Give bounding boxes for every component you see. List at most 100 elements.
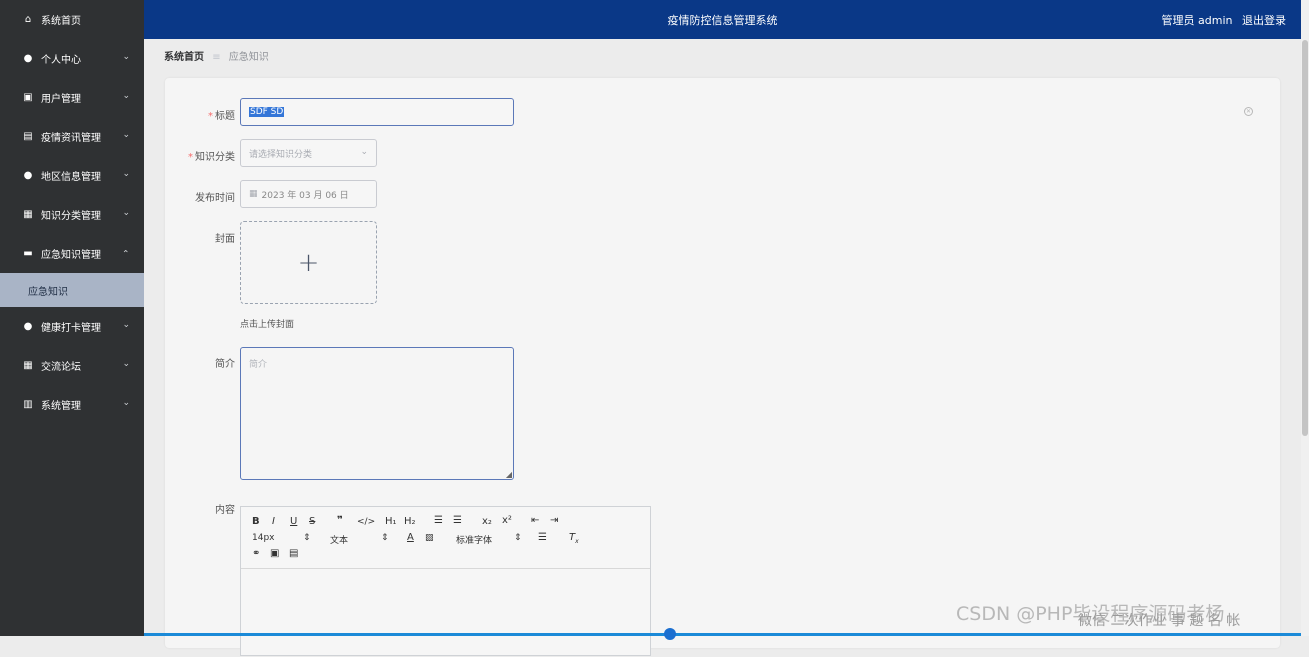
scroll-thumb[interactable] — [1302, 40, 1308, 436]
video-icon[interactable]: ▤ — [289, 548, 298, 559]
page-scrollbar[interactable] — [1301, 0, 1309, 636]
sidebar-item-0[interactable]: ⌂ 系统首页 — [0, 0, 144, 39]
superscript-icon[interactable]: x² — [502, 515, 512, 526]
link-icon[interactable]: ⚭ — [252, 548, 260, 559]
bottom-handle[interactable] — [664, 628, 676, 640]
folder-icon: ▬ — [23, 248, 33, 259]
bullet-list-icon[interactable]: ☰ — [453, 515, 462, 526]
plus-icon: + — [297, 247, 320, 278]
breadcrumb-separator-icon: ≡ — [212, 52, 221, 63]
sidebar-item-10[interactable]: ▥ 系统管理 ⌄ — [0, 385, 144, 424]
font-size-chevron-icon[interactable]: ⇕ — [303, 533, 311, 543]
sidebar-item-8[interactable]: ● 健康打卡管理 ⌄ — [0, 307, 144, 346]
cover-hint: 点击上传封面 — [240, 320, 295, 330]
intro-label: 简介 — [215, 359, 235, 370]
watermark-secondary: 微信 二次作业 事 题 名 帐 — [1078, 613, 1241, 629]
chevron-down-icon: ⌄ — [122, 320, 130, 330]
sidebar-item-label: 地区信息管理 — [41, 172, 101, 183]
chevron-down-icon: ⌄ — [360, 147, 368, 157]
sidebar-item-label: 系统管理 — [41, 401, 81, 412]
logout-link[interactable]: 退出登录 — [1242, 14, 1286, 27]
background-color-icon[interactable]: ▨ — [425, 533, 434, 543]
category-placeholder: 请选择知识分类 — [249, 149, 313, 160]
chevron-down-icon: ⌄ — [122, 208, 130, 218]
date-label: 发布时间 — [195, 193, 235, 204]
sidebar-item-4[interactable]: ● 地区信息管理 ⌄ — [0, 156, 144, 195]
sidebar: ⌂ 系统首页 ● 个人中心 ⌄ ▣ 用户管理 ⌄ ▤ 疫情资讯管理 ⌄ ● 地区信息管理 ⌄ ▦ 知识分类管理… — [0, 0, 144, 636]
underline-icon[interactable]: U — [290, 516, 297, 527]
code-icon[interactable]: </> — [357, 517, 375, 527]
sidebar-item-3[interactable]: ▤ 疫情资讯管理 ⌄ — [0, 117, 144, 156]
editor-toolbar: B I U S ❞ </> H₁ H₂ ☰ ☰ x₂ x² ⇤ ⇥ 14px ⇕… — [241, 507, 650, 569]
title-input-value: SDF SD — [249, 107, 285, 117]
category-label: * 知识分类 — [188, 152, 235, 163]
strike-icon[interactable]: S — [309, 516, 315, 527]
chart-icon: ▥ — [23, 399, 33, 410]
heading1-icon[interactable]: H₁ — [385, 516, 397, 527]
resize-handle-icon[interactable]: ◢ — [506, 470, 512, 479]
editor-content-area[interactable] — [241, 569, 650, 657]
breadcrumb-home[interactable]: 系统首页 — [164, 52, 204, 63]
italic-icon[interactable]: I — [272, 516, 275, 527]
subscript-icon[interactable]: x₂ — [482, 516, 492, 527]
category-select[interactable]: 请选择知识分类 ⌄ — [240, 139, 377, 167]
chevron-down-icon: ⌄ — [122, 247, 130, 257]
date-picker[interactable]: ▦ 2023 年 03 月 06 日 — [240, 180, 377, 208]
chevron-down-icon: ⌄ — [122, 130, 130, 140]
date-value: 2023 年 03 月 06 日 — [261, 190, 349, 201]
sidebar-item-label: 用户管理 — [41, 94, 81, 105]
breadcrumb: 系统首页 ≡ 应急知识 — [164, 48, 269, 63]
calendar-icon: ▦ — [249, 189, 258, 199]
bold-icon[interactable]: B — [252, 516, 260, 527]
font-color-icon[interactable]: A — [407, 532, 414, 543]
heading2-icon[interactable]: H₂ — [404, 516, 416, 527]
sidebar-item-9[interactable]: ▦ 交流论坛 ⌄ — [0, 346, 144, 385]
sidebar-subitem-emergency-knowledge[interactable]: 应急知识 — [0, 273, 144, 307]
chevron-down-icon: ⌄ — [122, 359, 130, 369]
outdent-icon[interactable]: ⇤ — [531, 515, 539, 526]
title-label: * 标题 — [208, 111, 235, 122]
sidebar-item-label: 知识分类管理 — [41, 211, 101, 222]
intro-textarea[interactable]: 简介 ◢ — [240, 347, 514, 480]
grid-icon: ▦ — [23, 209, 33, 220]
font-family-select[interactable]: 标准字体 — [456, 533, 492, 546]
sidebar-item-label: 健康打卡管理 — [41, 323, 101, 334]
clear-format-icon[interactable]: Tx — [569, 532, 579, 545]
sidebar-item-label: 疫情资讯管理 — [41, 133, 101, 144]
grid-icon: ▦ — [23, 360, 33, 371]
title-input[interactable]: SDF SD — [240, 98, 514, 126]
sidebar-item-label: 个人中心 — [41, 55, 81, 66]
text-style-select[interactable]: 文本 — [330, 533, 348, 546]
sidebar-item-label: 交流论坛 — [41, 362, 81, 373]
ordered-list-icon[interactable]: ☰ — [434, 515, 443, 526]
content-label: 内容 — [215, 505, 235, 516]
cover-upload[interactable]: + — [240, 221, 377, 304]
close-icon[interactable]: ✕ — [1244, 107, 1253, 116]
top-right-actions: 管理员 admin 退出登录 — [1156, 12, 1286, 28]
app-title: 疫情防控信息管理系统 — [667, 14, 778, 27]
cover-label: 封面 — [215, 234, 235, 245]
chevron-down-icon: ⌄ — [122, 169, 130, 179]
news-icon: ▤ — [23, 131, 33, 142]
required-mark: * — [208, 111, 213, 122]
sidebar-item-5[interactable]: ▦ 知识分类管理 ⌄ — [0, 195, 144, 234]
location-icon: ● — [23, 321, 33, 332]
top-bar: 疫情防控信息管理系统 管理员 admin 退出登录 — [144, 0, 1301, 39]
user-icon: ● — [23, 53, 33, 64]
chevron-down-icon: ⌄ — [122, 91, 130, 101]
blockquote-icon[interactable]: ❞ — [337, 515, 343, 526]
chevron-down-icon: ⌄ — [122, 52, 130, 62]
align-icon[interactable]: ☰ — [538, 532, 547, 543]
sidebar-item-label: 应急知识管理 — [41, 250, 101, 261]
current-user: 管理员 admin — [1161, 14, 1233, 27]
sidebar-item-1[interactable]: ● 个人中心 ⌄ — [0, 39, 144, 78]
indent-icon[interactable]: ⇥ — [550, 515, 558, 526]
font-family-chevron-icon[interactable]: ⇕ — [514, 533, 522, 543]
image-icon[interactable]: ▣ — [270, 548, 279, 559]
font-size-select[interactable]: 14px — [252, 533, 275, 543]
sidebar-item-6[interactable]: ▬ 应急知识管理 ⌄ — [0, 234, 144, 273]
text-style-chevron-icon[interactable]: ⇕ — [381, 533, 389, 543]
sidebar-item-2[interactable]: ▣ 用户管理 ⌄ — [0, 78, 144, 117]
breadcrumb-current: 应急知识 — [228, 52, 269, 63]
intro-placeholder: 简介 — [249, 360, 268, 370]
